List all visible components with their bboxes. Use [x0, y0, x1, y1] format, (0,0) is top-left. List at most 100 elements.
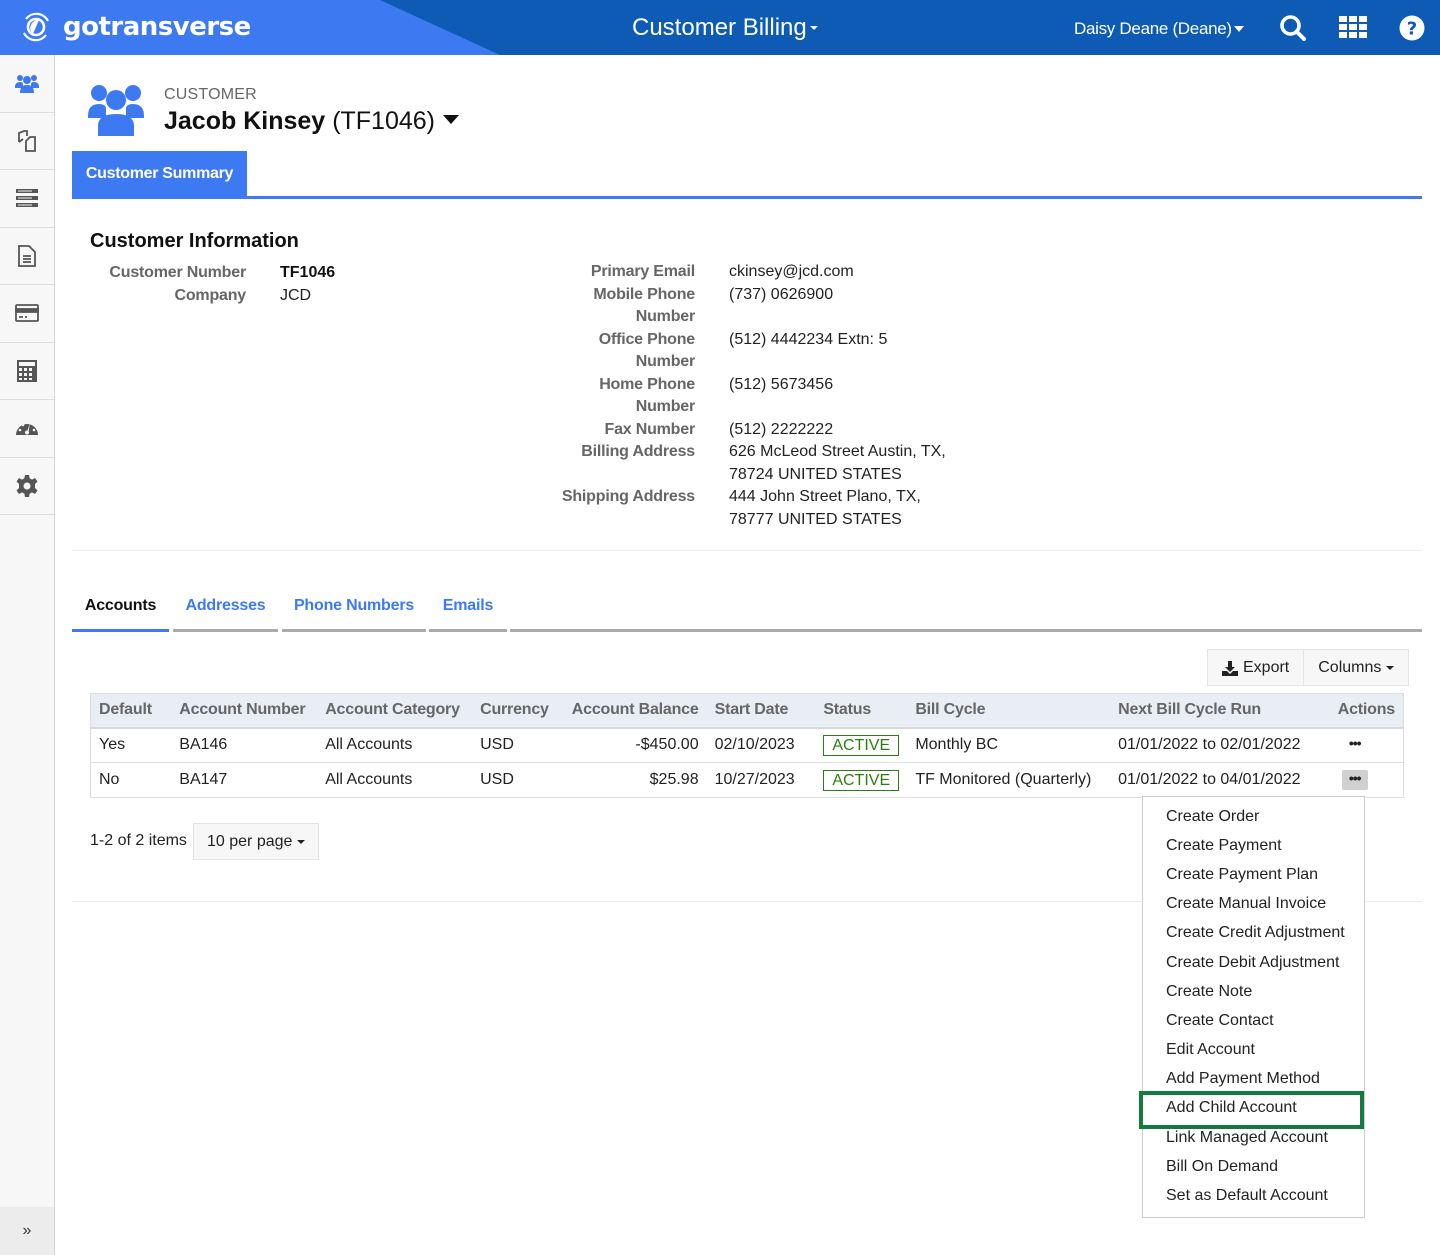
app-switcher[interactable]: Customer Billing	[632, 14, 818, 42]
sidebar-expand-button[interactable]: »	[0, 1207, 54, 1255]
column-header[interactable]: Status	[815, 693, 908, 729]
shipping-address-value: 444 John Street Plano, TX, 78777 UNITED …	[729, 488, 921, 528]
menu-item-create-debit-adjustment[interactable]: Create Debit Adjustment	[1143, 948, 1364, 977]
sidebar-item-server-list[interactable]	[0, 170, 54, 228]
category-cell: All Accounts	[317, 727, 473, 763]
tab-addresses[interactable]: Addresses	[173, 590, 278, 632]
status-badge: ACTIVE	[823, 734, 900, 756]
customer-id: (TF1046)	[332, 107, 435, 135]
status-badge: ACTIVE	[823, 769, 900, 791]
sidebar-item-orders[interactable]	[0, 113, 54, 170]
info-label: Primary Email	[590, 263, 695, 280]
fax-value: (512) 2222222	[729, 420, 834, 438]
brand-name: gotransverse	[63, 12, 251, 42]
menu-item-set-default-account[interactable]: Set as Default Account	[1143, 1181, 1364, 1210]
search-icon[interactable]	[1278, 13, 1308, 43]
sidebar-item-payments[interactable]	[0, 285, 54, 343]
menu-item-create-payment-plan[interactable]: Create Payment Plan	[1143, 860, 1364, 889]
menu-item-add-child-account[interactable]: Add Child Account	[1143, 1094, 1364, 1123]
per-page-value: 10 per page	[207, 832, 293, 850]
column-header[interactable]: Bill Cycle	[907, 693, 1111, 729]
menu-item-edit-account[interactable]: Edit Account	[1143, 1036, 1364, 1065]
start-date-cell: 02/10/2023	[706, 727, 816, 763]
tab-emails[interactable]: Emails	[429, 590, 507, 632]
menu-item-create-payment[interactable]: Create Payment	[1143, 831, 1364, 860]
chevron-down-icon	[809, 26, 818, 30]
orders-icon	[18, 129, 36, 152]
currency-cell: USD	[472, 762, 557, 798]
menu-item-bill-on-demand[interactable]: Bill On Demand	[1143, 1152, 1364, 1181]
info-label: Customer Number	[109, 264, 246, 281]
menu-item-create-note[interactable]: Create Note	[1143, 977, 1364, 1006]
currency-cell: USD	[472, 727, 557, 763]
gotransverse-logo-icon	[23, 12, 49, 42]
menu-item-create-manual-invoice[interactable]: Create Manual Invoice	[1143, 890, 1364, 919]
column-header: Actions	[1329, 693, 1404, 729]
column-header[interactable]: Next Bill Cycle Run	[1110, 693, 1330, 729]
svg-text:?: ?	[1407, 19, 1417, 40]
sidebar: »	[0, 55, 55, 1255]
balance-cell: -$450.00	[556, 727, 707, 763]
ellipsis-icon: •••	[1348, 769, 1362, 786]
sidebar-item-documents[interactable]	[0, 228, 54, 285]
home-phone-value: (512) 5673456	[729, 375, 834, 393]
column-header[interactable]: Start Date	[706, 693, 816, 729]
balance-cell: $25.98	[556, 762, 707, 798]
sidebar-item-calculator[interactable]	[0, 343, 54, 400]
office-phone-value: (512) 4442234 Extn: 5	[729, 330, 888, 348]
info-label: Home Phone Number	[599, 375, 695, 416]
caret-down-icon	[443, 115, 459, 124]
menu-item-create-order[interactable]: Create Order	[1143, 802, 1364, 831]
tab-bar-filler	[510, 590, 1422, 632]
tab-accounts[interactable]: Accounts	[72, 590, 169, 632]
sidebar-item-dashboard[interactable]	[0, 400, 54, 458]
sidebar-item-customers[interactable]	[0, 55, 54, 113]
menu-item-link-managed-account[interactable]: Link Managed Account	[1143, 1123, 1364, 1152]
menu-item-create-credit-adjustment[interactable]: Create Credit Adjustment	[1143, 919, 1364, 948]
export-label: Export	[1243, 658, 1290, 676]
menu-item-add-payment-method[interactable]: Add Payment Method	[1143, 1065, 1364, 1094]
customer-switcher[interactable]: Jacob Kinsey (TF1046)	[164, 107, 459, 136]
column-header[interactable]: Account Balance	[556, 693, 707, 729]
column-header[interactable]: Currency	[472, 693, 557, 729]
apps-grid-icon[interactable]	[1338, 13, 1368, 43]
account-number-cell[interactable]: BA146	[171, 727, 318, 763]
menu-item-create-contact[interactable]: Create Contact	[1143, 1006, 1364, 1035]
row-actions-menu: Create Order Create Payment Create Payme…	[1142, 796, 1365, 1218]
app-title: Customer Billing	[632, 14, 807, 41]
tab-customer-summary[interactable]: Customer Summary	[72, 151, 247, 196]
customer-info-left: Customer Number TF1046 Company JCD	[90, 262, 480, 307]
accounts-table: Default Account Number Account Category …	[90, 693, 1404, 798]
document-icon	[18, 244, 36, 267]
columns-button[interactable]: Columns	[1303, 650, 1408, 685]
actions-cell: •••	[1329, 727, 1404, 763]
start-date-cell: 10/27/2023	[706, 762, 816, 798]
sidebar-item-settings[interactable]	[0, 458, 54, 515]
help-icon[interactable]: ?	[1397, 13, 1427, 43]
default-cell: No	[90, 762, 172, 798]
top-bar: gotransverse Customer Billing Daisy Dean…	[0, 0, 1440, 55]
customer-info-right: Primary Email ckinsey@jcd.com Mobile Pho…	[545, 261, 969, 531]
customer-label: CUSTOMER	[164, 86, 257, 103]
row-actions-button[interactable]: •••	[1341, 769, 1368, 791]
row-actions-button[interactable]: •••	[1342, 736, 1368, 756]
credit-card-icon	[15, 304, 39, 323]
info-label: Company	[174, 286, 247, 304]
default-cell: Yes	[90, 727, 172, 763]
column-header[interactable]: Account Category	[317, 693, 473, 729]
columns-label: Columns	[1318, 658, 1382, 676]
column-header[interactable]: Default	[90, 693, 172, 729]
per-page-select[interactable]: 10 per page	[193, 823, 320, 860]
table-header-row: Default Account Number Account Category …	[90, 693, 1404, 729]
tab-phone-numbers[interactable]: Phone Numbers	[282, 590, 426, 632]
account-number-cell[interactable]: BA147	[171, 762, 318, 798]
column-header[interactable]: Account Number	[171, 693, 318, 729]
mobile-phone-value: (737) 0626900	[729, 285, 834, 303]
download-icon	[1222, 660, 1238, 676]
brand-logo[interactable]: gotransverse	[18, 9, 251, 45]
calculator-icon	[17, 359, 37, 382]
export-button[interactable]: Export	[1208, 650, 1303, 685]
user-menu[interactable]: Daisy Deane (Deane)	[1074, 19, 1244, 39]
customer-name: Jacob Kinsey	[164, 107, 326, 135]
next-run-cell: 01/01/2022 to 04/01/2022	[1110, 762, 1330, 798]
